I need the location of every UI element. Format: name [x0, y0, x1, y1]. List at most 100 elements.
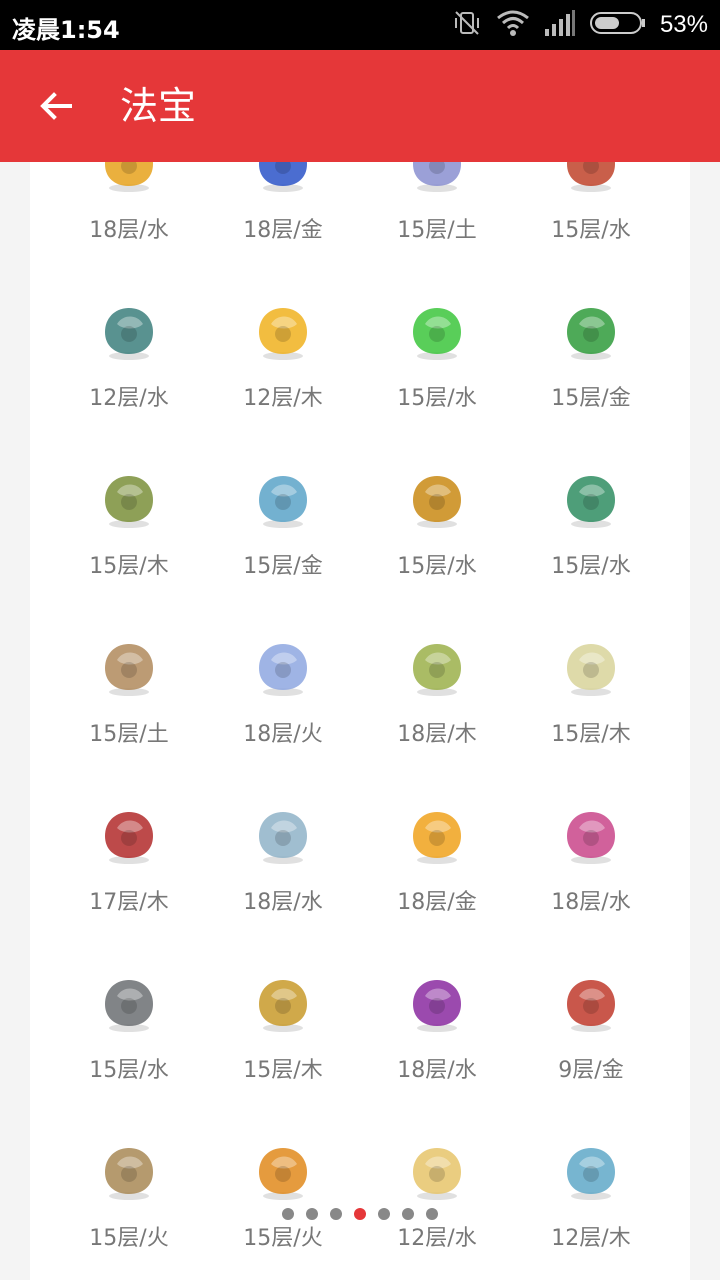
treasure-label: 18层/水: [397, 1058, 477, 1083]
page-dot[interactable]: [306, 1208, 318, 1220]
treasure-label: 9层/金: [558, 1058, 624, 1083]
app-bar: 法宝: [0, 50, 720, 162]
status-bar: 凌晨1:54 53%: [0, 0, 720, 50]
blue-beast-icon: [561, 1142, 621, 1202]
scroll-icon: [407, 1142, 467, 1202]
gourd-pouch-icon: [99, 470, 159, 530]
treasure-item[interactable]: 12层/木: [514, 1134, 668, 1280]
bell-icon: [561, 162, 621, 194]
treasure-label: 15层/火: [243, 1226, 323, 1251]
treasure-item[interactable]: 12层/木: [206, 294, 360, 462]
treasure-item[interactable]: 17层/木: [52, 798, 206, 966]
golden-cauldron-icon: [407, 470, 467, 530]
treasure-item[interactable]: 18层/火: [206, 630, 360, 798]
treasure-item[interactable]: 18层/水: [360, 966, 514, 1134]
treasure-item[interactable]: 15层/金: [514, 294, 668, 462]
red-flame-banner-icon: [99, 806, 159, 866]
treasure-label: 15层/木: [243, 1058, 323, 1083]
battery-percent: 53%: [659, 11, 708, 38]
treasure-item[interactable]: 15层/木: [514, 630, 668, 798]
treasure-label: 17层/木: [89, 890, 169, 915]
golden-talisman-icon: [407, 806, 467, 866]
hand-mirror-icon: [99, 1142, 159, 1202]
treasure-item[interactable]: 15层/木: [52, 462, 206, 630]
white-crane-icon: [253, 638, 313, 698]
page-indicator: [0, 1208, 720, 1222]
treasure-label: 12层/木: [243, 386, 323, 411]
jade-flute-icon: [253, 806, 313, 866]
stone-lantern-icon: [99, 974, 159, 1034]
treasure-item[interactable]: 15层/土: [52, 630, 206, 798]
treasure-label: 18层/木: [397, 722, 477, 747]
signal-icon: [544, 9, 576, 41]
treasure-item[interactable]: 15层/水: [514, 462, 668, 630]
status-time: 凌晨1:54: [12, 16, 120, 44]
treasure-item[interactable]: 18层/水: [514, 798, 668, 966]
treasure-label: 12层/木: [551, 1226, 631, 1251]
paper-doll-icon: [561, 638, 621, 698]
vibrate-off-icon: [452, 8, 482, 42]
treasure-label: 15层/金: [243, 554, 323, 579]
page-dot[interactable]: [330, 1208, 342, 1220]
bronze-cauldron-icon: [99, 302, 159, 362]
treasure-label: 15层/木: [89, 554, 169, 579]
scorpion-charm-icon: [561, 974, 621, 1034]
jade-ruler-icon: [407, 302, 467, 362]
treasure-item[interactable]: 12层/水: [360, 1134, 514, 1280]
green-umbrella-icon: [561, 470, 621, 530]
treasure-item[interactable]: 15层/水: [514, 162, 668, 294]
treasure-label: 12层/水: [397, 1226, 477, 1251]
treasure-item[interactable]: 9层/金: [514, 966, 668, 1134]
treasure-item[interactable]: 18层/金: [360, 798, 514, 966]
treasure-grid-panel[interactable]: 18层/水 18层/金 15层/土 15层/水 12层/水 12层/木 15层/水 15层/金…: [30, 162, 690, 1280]
treasure-item[interactable]: 12层/水: [52, 294, 206, 462]
treasure-item[interactable]: 18层/木: [360, 630, 514, 798]
golden-dragon-treasure-icon: [99, 162, 159, 194]
treasure-label: 18层/金: [397, 890, 477, 915]
page-dot[interactable]: [426, 1208, 438, 1220]
treasure-item[interactable]: 18层/水: [52, 162, 206, 294]
treasure-item[interactable]: 15层/木: [206, 966, 360, 1134]
phoenix-ornament-icon: [561, 806, 621, 866]
wifi-icon: [496, 8, 530, 42]
cloud-disc-icon: [253, 470, 313, 530]
arrow-left-icon: [40, 92, 72, 120]
page-dot[interactable]: [282, 1208, 294, 1220]
page-dot[interactable]: [378, 1208, 390, 1220]
page-dot[interactable]: [402, 1208, 414, 1220]
status-icons: 53%: [452, 8, 708, 42]
treasure-item[interactable]: 15层/土: [360, 162, 514, 294]
treasure-item[interactable]: 15层/水: [360, 294, 514, 462]
treasure-label: 18层/火: [243, 722, 323, 747]
feather-icon: [407, 162, 467, 194]
treasure-label: 15层/火: [89, 1226, 169, 1251]
treasure-item[interactable]: 15层/水: [360, 462, 514, 630]
treasure-label: 15层/水: [551, 218, 631, 243]
treasure-label: 15层/水: [551, 554, 631, 579]
treasure-item[interactable]: 15层/水: [52, 966, 206, 1134]
treasure-label: 15层/水: [397, 554, 477, 579]
treasure-item[interactable]: 18层/水: [206, 798, 360, 966]
treasure-label: 15层/金: [551, 386, 631, 411]
treasure-label: 15层/木: [551, 722, 631, 747]
golden-rope-icon: [253, 302, 313, 362]
treasure-item[interactable]: 15层/火: [52, 1134, 206, 1280]
treasure-label: 12层/水: [89, 386, 169, 411]
treasure-label: 15层/土: [397, 218, 477, 243]
back-button[interactable]: [30, 80, 82, 132]
golden-pagoda-icon: [253, 1142, 313, 1202]
treasure-label: 15层/土: [89, 722, 169, 747]
treasure-item[interactable]: 18层/金: [206, 162, 360, 294]
palm-fan-icon: [253, 974, 313, 1034]
jade-seal-icon: [407, 638, 467, 698]
page-dot[interactable]: [354, 1208, 366, 1220]
blue-orb-icon: [253, 162, 313, 194]
skull-banner-icon: [407, 974, 467, 1034]
battery-icon: [589, 10, 646, 40]
treasure-label: 18层/水: [551, 890, 631, 915]
treasure-item[interactable]: 15层/金: [206, 462, 360, 630]
treasure-item[interactable]: 15层/火: [206, 1134, 360, 1280]
page-title: 法宝: [120, 84, 197, 128]
clay-figure-icon: [99, 638, 159, 698]
treasure-label: 15层/水: [89, 1058, 169, 1083]
